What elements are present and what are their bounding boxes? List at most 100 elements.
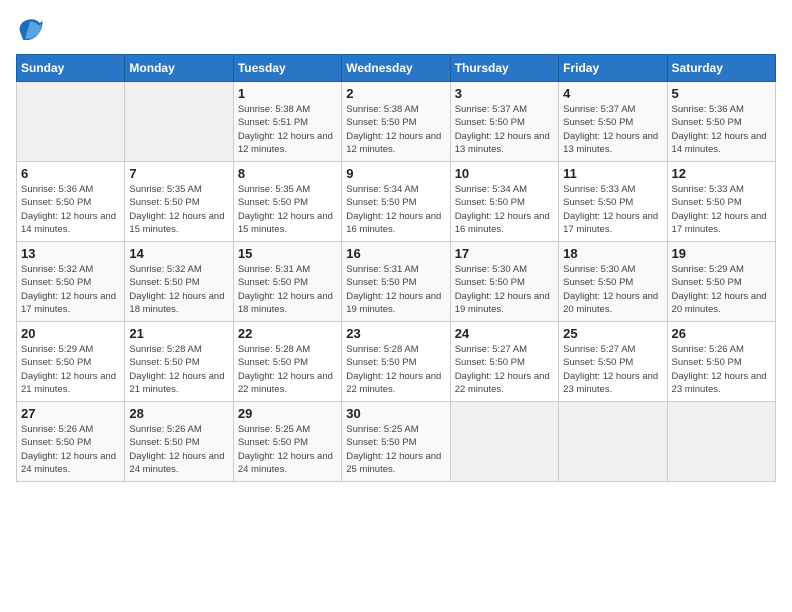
day-number: 4 <box>563 86 662 101</box>
day-info: Sunrise: 5:34 AM Sunset: 5:50 PM Dayligh… <box>455 183 554 236</box>
calendar-cell: 3 Sunrise: 5:37 AM Sunset: 5:50 PM Daylig… <box>450 82 558 162</box>
day-info: Sunrise: 5:30 AM Sunset: 5:50 PM Dayligh… <box>563 263 662 316</box>
weekday-header-tuesday: Tuesday <box>233 55 341 82</box>
day-info: Sunrise: 5:34 AM Sunset: 5:50 PM Dayligh… <box>346 183 445 236</box>
day-info: Sunrise: 5:27 AM Sunset: 5:50 PM Dayligh… <box>563 343 662 396</box>
calendar-cell <box>450 402 558 482</box>
day-info: Sunrise: 5:33 AM Sunset: 5:50 PM Dayligh… <box>563 183 662 236</box>
calendar-cell: 8 Sunrise: 5:35 AM Sunset: 5:50 PM Daylig… <box>233 162 341 242</box>
weekday-header-thursday: Thursday <box>450 55 558 82</box>
calendar-cell: 24 Sunrise: 5:27 AM Sunset: 5:50 PM Dayli… <box>450 322 558 402</box>
weekday-header-monday: Monday <box>125 55 233 82</box>
calendar-cell: 28Sunrise: 5:26 AM Sunset: 5:50 PM Dayli… <box>125 402 233 482</box>
day-info: Sunrise: 5:30 AM Sunset: 5:50 PM Dayligh… <box>455 263 554 316</box>
day-number: 7 <box>129 166 228 181</box>
calendar-cell: 15 Sunrise: 5:31 AM Sunset: 5:50 PM Dayli… <box>233 242 341 322</box>
day-number: 8 <box>238 166 337 181</box>
day-info: Sunrise: 5:35 AM Sunset: 5:50 PM Dayligh… <box>238 183 337 236</box>
day-number: 23 <box>346 326 445 341</box>
day-number: 2 <box>346 86 445 101</box>
day-number: 21 <box>129 326 228 341</box>
day-number: 17 <box>455 246 554 261</box>
calendar-cell: 19 Sunrise: 5:29 AM Sunset: 5:50 PM Dayli… <box>667 242 775 322</box>
day-info: Sunrise: 5:27 AM Sunset: 5:50 PM Dayligh… <box>455 343 554 396</box>
calendar-cell <box>559 402 667 482</box>
calendar-cell: 17 Sunrise: 5:30 AM Sunset: 5:50 PM Dayli… <box>450 242 558 322</box>
calendar-cell: 5 Sunrise: 5:36 AM Sunset: 5:50 PM Daylig… <box>667 82 775 162</box>
calendar-cell: 27Sunrise: 5:26 AM Sunset: 5:50 PM Dayli… <box>17 402 125 482</box>
day-info: Sunrise: 5:36 AM Sunset: 5:50 PM Dayligh… <box>21 183 120 236</box>
day-number: 25 <box>563 326 662 341</box>
calendar-cell: 7 Sunrise: 5:35 AM Sunset: 5:50 PM Daylig… <box>125 162 233 242</box>
weekday-header-saturday: Saturday <box>667 55 775 82</box>
day-number: 30 <box>346 406 445 421</box>
day-number: 5 <box>672 86 771 101</box>
day-number: 14 <box>129 246 228 261</box>
day-number: 27 <box>21 406 120 421</box>
calendar-cell: 23Sunrise: 5:28 AM Sunset: 5:50 PM Dayli… <box>342 322 450 402</box>
day-number: 13 <box>21 246 120 261</box>
day-number: 18 <box>563 246 662 261</box>
calendar-cell: 29 Sunrise: 5:25 AM Sunset: 5:50 PM Dayli… <box>233 402 341 482</box>
day-info: Sunrise: 5:29 AM Sunset: 5:50 PM Dayligh… <box>21 343 120 396</box>
day-info: Sunrise: 5:25 AM Sunset: 5:50 PM Dayligh… <box>346 423 445 476</box>
logo-icon <box>16 16 44 44</box>
day-number: 1 <box>238 86 337 101</box>
calendar-cell: 14 Sunrise: 5:32 AM Sunset: 5:50 PM Dayli… <box>125 242 233 322</box>
day-info: Sunrise: 5:37 AM Sunset: 5:50 PM Dayligh… <box>563 103 662 156</box>
day-number: 9 <box>346 166 445 181</box>
calendar-cell: 26 Sunrise: 5:26 AM Sunset: 5:50 PM Dayli… <box>667 322 775 402</box>
day-number: 6 <box>21 166 120 181</box>
calendar-cell: 9 Sunrise: 5:34 AM Sunset: 5:50 PM Daylig… <box>342 162 450 242</box>
day-info: Sunrise: 5:38 AM Sunset: 5:51 PM Dayligh… <box>238 103 337 156</box>
calendar-week-row: 27Sunrise: 5:26 AM Sunset: 5:50 PM Dayli… <box>17 402 776 482</box>
day-info: Sunrise: 5:33 AM Sunset: 5:50 PM Dayligh… <box>672 183 771 236</box>
weekday-header-friday: Friday <box>559 55 667 82</box>
calendar-cell <box>667 402 775 482</box>
page-header <box>16 16 776 44</box>
day-info: Sunrise: 5:38 AM Sunset: 5:50 PM Dayligh… <box>346 103 445 156</box>
weekday-header-row: SundayMondayTuesdayWednesdayThursdayFrid… <box>17 55 776 82</box>
calendar-cell: 6 Sunrise: 5:36 AM Sunset: 5:50 PM Daylig… <box>17 162 125 242</box>
calendar-table: SundayMondayTuesdayWednesdayThursdayFrid… <box>16 54 776 482</box>
calendar-cell <box>17 82 125 162</box>
day-number: 28 <box>129 406 228 421</box>
day-info: Sunrise: 5:37 AM Sunset: 5:50 PM Dayligh… <box>455 103 554 156</box>
calendar-cell: 13 Sunrise: 5:32 AM Sunset: 5:50 PM Dayli… <box>17 242 125 322</box>
calendar-cell: 21 Sunrise: 5:28 AM Sunset: 5:50 PM Dayli… <box>125 322 233 402</box>
calendar-week-row: 1 Sunrise: 5:38 AM Sunset: 5:51 PM Daylig… <box>17 82 776 162</box>
calendar-cell: 18 Sunrise: 5:30 AM Sunset: 5:50 PM Dayli… <box>559 242 667 322</box>
day-number: 20 <box>21 326 120 341</box>
day-info: Sunrise: 5:25 AM Sunset: 5:50 PM Dayligh… <box>238 423 337 476</box>
calendar-cell: 11 Sunrise: 5:33 AM Sunset: 5:50 PM Dayli… <box>559 162 667 242</box>
logo <box>16 16 48 44</box>
calendar-cell: 2 Sunrise: 5:38 AM Sunset: 5:50 PM Daylig… <box>342 82 450 162</box>
day-number: 10 <box>455 166 554 181</box>
calendar-cell: 25 Sunrise: 5:27 AM Sunset: 5:50 PM Dayli… <box>559 322 667 402</box>
day-info: Sunrise: 5:36 AM Sunset: 5:50 PM Dayligh… <box>672 103 771 156</box>
calendar-week-row: 6 Sunrise: 5:36 AM Sunset: 5:50 PM Daylig… <box>17 162 776 242</box>
weekday-header-sunday: Sunday <box>17 55 125 82</box>
day-info: Sunrise: 5:29 AM Sunset: 5:50 PM Dayligh… <box>672 263 771 316</box>
calendar-cell: 30 Sunrise: 5:25 AM Sunset: 5:50 PM Dayli… <box>342 402 450 482</box>
day-info: Sunrise: 5:35 AM Sunset: 5:50 PM Dayligh… <box>129 183 228 236</box>
calendar-week-row: 13 Sunrise: 5:32 AM Sunset: 5:50 PM Dayli… <box>17 242 776 322</box>
calendar-cell: 1 Sunrise: 5:38 AM Sunset: 5:51 PM Daylig… <box>233 82 341 162</box>
day-info: Sunrise: 5:26 AM Sunset: 5:50 PM Dayligh… <box>672 343 771 396</box>
day-info: Sunrise: 5:31 AM Sunset: 5:50 PM Dayligh… <box>346 263 445 316</box>
day-number: 11 <box>563 166 662 181</box>
day-info: Sunrise: 5:32 AM Sunset: 5:50 PM Dayligh… <box>129 263 228 316</box>
day-info: Sunrise: 5:28 AM Sunset: 5:50 PM Dayligh… <box>129 343 228 396</box>
day-info: Sunrise: 5:32 AM Sunset: 5:50 PM Dayligh… <box>21 263 120 316</box>
day-info: Sunrise: 5:31 AM Sunset: 5:50 PM Dayligh… <box>238 263 337 316</box>
day-number: 19 <box>672 246 771 261</box>
calendar-cell: 20 Sunrise: 5:29 AM Sunset: 5:50 PM Dayli… <box>17 322 125 402</box>
day-number: 3 <box>455 86 554 101</box>
day-number: 24 <box>455 326 554 341</box>
day-number: 29 <box>238 406 337 421</box>
day-number: 22 <box>238 326 337 341</box>
calendar-cell <box>125 82 233 162</box>
day-number: 15 <box>238 246 337 261</box>
day-number: 26 <box>672 326 771 341</box>
day-info: Sunrise: 5:28 AM Sunset: 5:50 PM Dayligh… <box>238 343 337 396</box>
